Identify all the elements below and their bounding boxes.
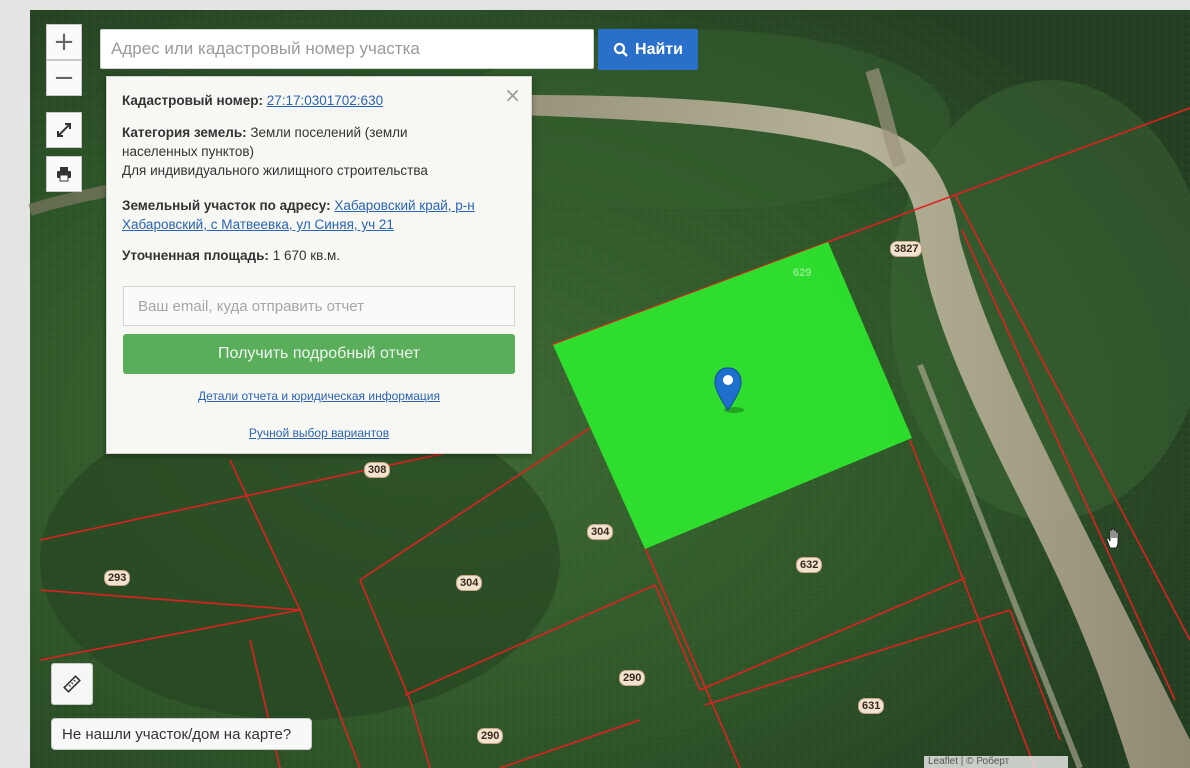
search-button-label: Найти	[635, 40, 683, 58]
manual-link-row: Ручной выбор вариантов	[107, 426, 531, 440]
area-value: 1 670 кв.м.	[272, 248, 341, 263]
cadastral-row: Кадастровый номер: 27:17:0301702:630	[122, 91, 517, 110]
parcel-label: 290	[619, 670, 646, 686]
parcel-label: 293	[104, 570, 131, 586]
expand-icon	[57, 123, 71, 137]
address-row: Земельный участок по адресу: Хабаровский…	[122, 196, 517, 234]
map-attribution[interactable]: Leaflet | © Роберт	[924, 756, 1068, 768]
email-field[interactable]	[123, 286, 515, 326]
zoom-out-button[interactable]: −	[46, 60, 82, 96]
parcel-label: 629	[793, 267, 812, 279]
parcel-label: 304	[587, 524, 614, 540]
zoom-in-button[interactable]: +	[46, 24, 82, 60]
details-link-row: Детали отчета и юридическая информация	[107, 389, 531, 403]
manual-selection-link[interactable]: Ручной выбор вариантов	[249, 426, 389, 440]
hand-cursor-icon	[1102, 526, 1126, 550]
cadastral-label: Кадастровый номер:	[122, 93, 263, 108]
location-marker-icon[interactable]	[712, 366, 744, 414]
search-icon	[613, 42, 628, 57]
parcel-label: 290	[477, 728, 504, 744]
search-button[interactable]: Найти	[598, 29, 698, 70]
address-label: Земельный участок по адресу:	[122, 198, 331, 213]
parcel-label: 3827	[890, 241, 923, 257]
address-link-line2[interactable]: Хабаровский, с Матвеевка, ул Синяя, уч 2…	[122, 217, 394, 232]
category-row: Категория земель: Земли поселений (земли…	[122, 123, 517, 180]
area-row: Уточненная площадь: 1 670 кв.м.	[122, 246, 517, 265]
parcel-label: 308	[364, 462, 391, 478]
parcel-label: 631	[858, 698, 885, 714]
parcel-label: 304	[456, 575, 483, 591]
get-report-button[interactable]: Получить подробный отчет	[123, 334, 515, 374]
not-found-button[interactable]: Не нашли участок/дом на карте?	[51, 718, 312, 750]
category-usage: Для индивидуального жилищного строительс…	[122, 163, 428, 178]
report-details-link[interactable]: Детали отчета и юридическая информация	[198, 389, 440, 403]
search-input[interactable]	[101, 30, 593, 68]
cadastral-number-link[interactable]: 27:17:0301702:630	[267, 93, 383, 108]
fullscreen-button[interactable]	[46, 112, 82, 148]
area-label: Уточненная площадь:	[122, 248, 269, 263]
ruler-icon	[63, 675, 81, 693]
category-value-line1: Земли поселений (земли	[250, 125, 408, 140]
address-link-line1[interactable]: Хабаровский край, р-н	[334, 198, 474, 213]
category-value-line2: населенных пунктов)	[122, 144, 255, 159]
parcel-label: 632	[796, 557, 823, 573]
category-label: Категория земель:	[122, 125, 247, 140]
measure-button[interactable]	[51, 663, 93, 705]
parcel-info-popup: × Кадастровый номер: 27:17:0301702:630 К…	[106, 76, 532, 454]
search-box	[100, 29, 594, 69]
printer-icon	[57, 167, 71, 182]
print-button[interactable]	[46, 156, 82, 192]
